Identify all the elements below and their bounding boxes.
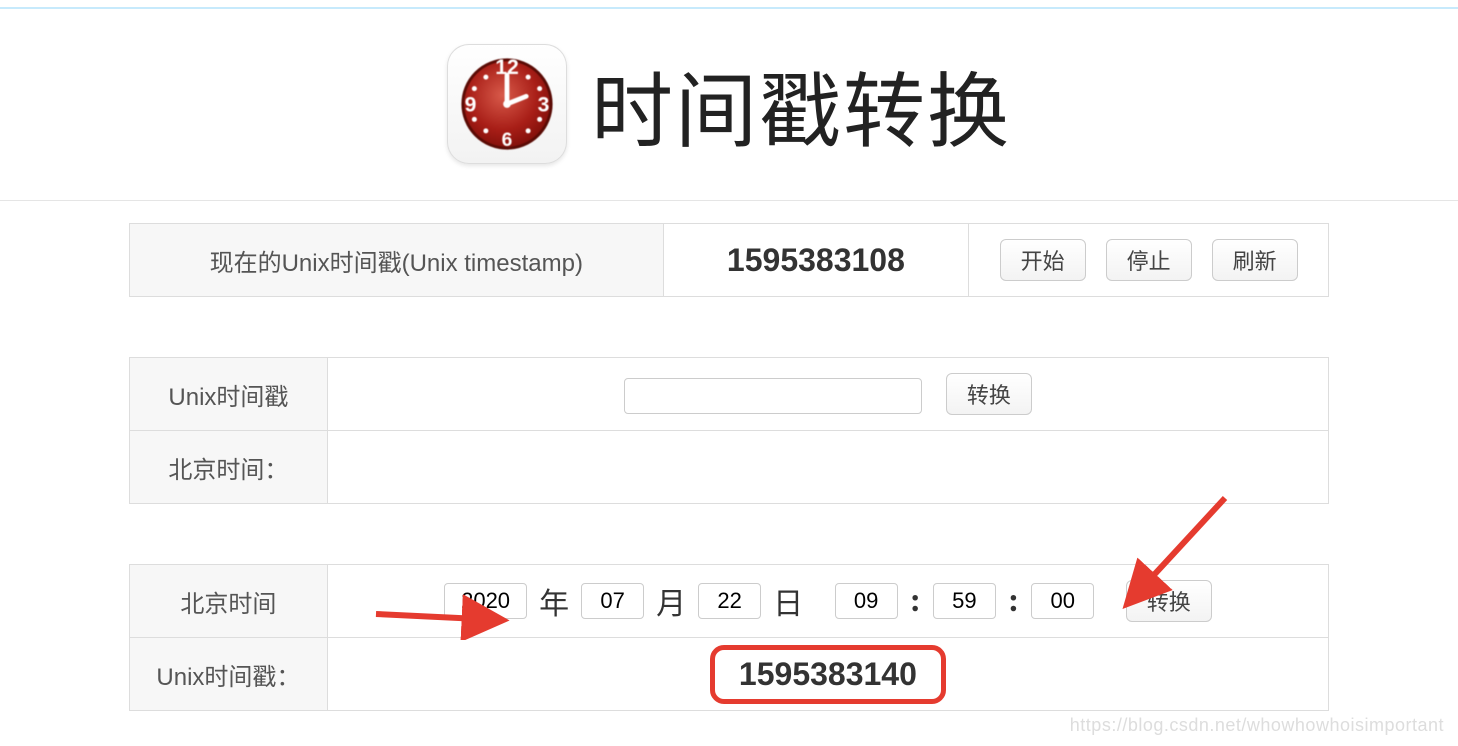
day-input[interactable]	[698, 583, 761, 619]
year-label: 年	[539, 579, 569, 623]
date-row: 年 月 日 : : 转换	[444, 579, 1212, 623]
current-ts-label: 现在的Unix时间戳(Unix timestamp)	[130, 224, 664, 297]
year-input[interactable]	[444, 583, 527, 619]
svg-text:6: 6	[502, 130, 513, 151]
ts-output-value: 1595383140	[710, 645, 946, 704]
refresh-button[interactable]: 刷新	[1212, 239, 1298, 281]
clock-icon: 12 3 9 6	[447, 44, 567, 164]
ts-input-label: Unix时间戳	[130, 358, 328, 431]
colon-2: :	[1008, 582, 1019, 620]
ts-convert-button[interactable]: 转换	[946, 373, 1032, 415]
month-input[interactable]	[581, 583, 644, 619]
month-label: 月	[656, 579, 686, 623]
colon-1: :	[910, 582, 921, 620]
second-input[interactable]	[1031, 583, 1094, 619]
time-convert-button[interactable]: 转换	[1126, 580, 1212, 622]
ts-to-time-table: Unix时间戳 转换 北京时间：	[129, 357, 1329, 504]
ts-output-label: Unix时间戳：	[130, 638, 328, 711]
stop-button[interactable]: 停止	[1106, 239, 1192, 281]
page-header: 12 3 9 6 时间戳转换	[129, 44, 1329, 164]
top-border	[0, 7, 1458, 9]
hour-input[interactable]	[835, 583, 898, 619]
svg-text:9: 9	[465, 94, 477, 117]
time-output-value	[327, 431, 1328, 504]
time-to-ts-table: 北京时间 年 月 日 : : 转换	[129, 564, 1329, 711]
day-label: 日	[773, 579, 803, 623]
watermark: https://blog.csdn.net/whowhowhoisimporta…	[1070, 715, 1444, 736]
time-output-label: 北京时间：	[130, 431, 328, 504]
minute-input[interactable]	[933, 583, 996, 619]
page-title: 时间戳转换	[591, 45, 1011, 164]
start-button[interactable]: 开始	[1000, 239, 1086, 281]
ts-input[interactable]	[624, 378, 922, 414]
current-ts-value: 1595383108	[727, 242, 905, 278]
time-input-label: 北京时间	[130, 565, 328, 638]
svg-text:3: 3	[538, 94, 550, 117]
current-timestamp-table: 现在的Unix时间戳(Unix timestamp) 1595383108 开始…	[129, 223, 1329, 297]
